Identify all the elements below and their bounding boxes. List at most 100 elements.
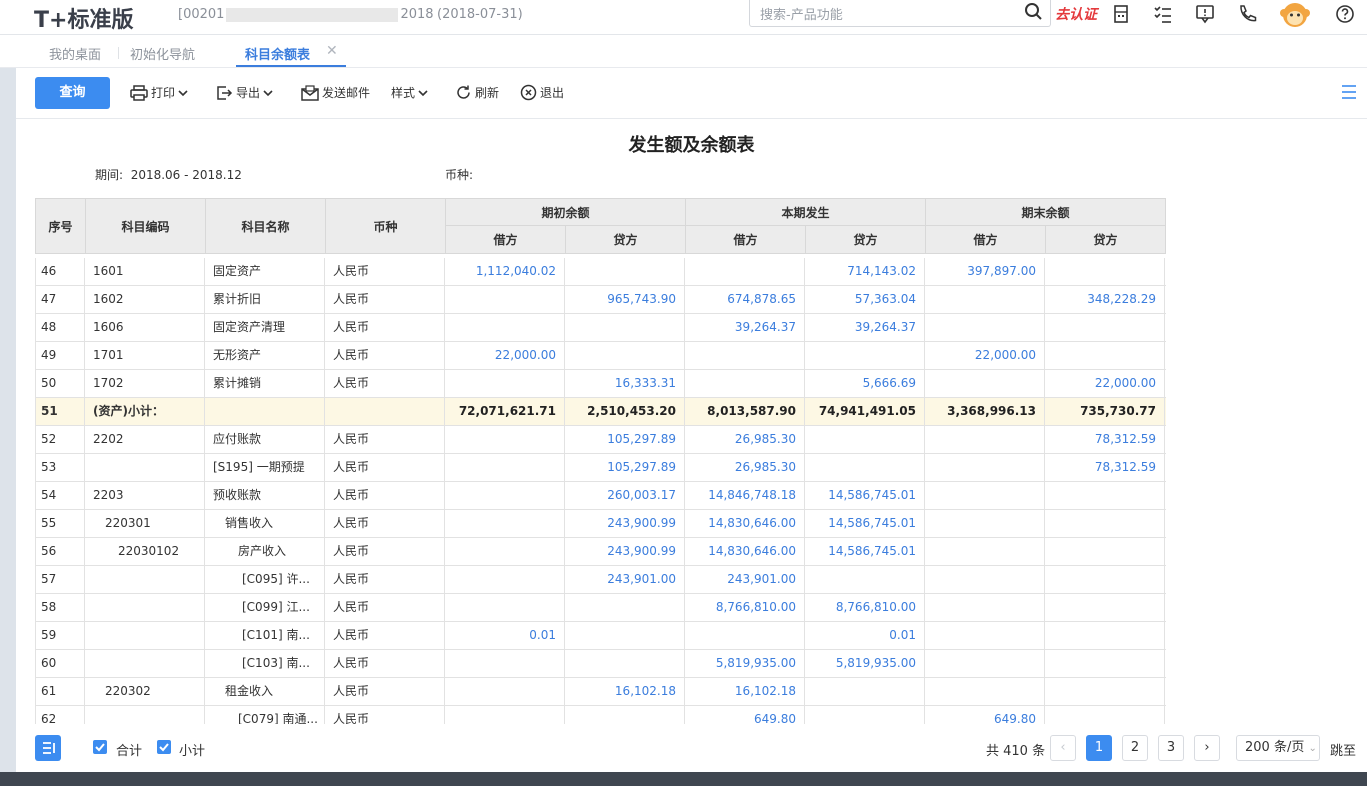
phone-icon[interactable] bbox=[1236, 3, 1258, 25]
table-row[interactable]: 46 1601 固定资产 人民币 1,112,040.02 714,143.02 397,8… bbox=[35, 258, 1166, 286]
header-closing-debit[interactable]: 借方 bbox=[926, 226, 1046, 253]
cell-cd: 8,013,587.90 bbox=[685, 398, 805, 425]
cell-cur: 人民币 bbox=[325, 622, 445, 649]
cell-seq: 48 bbox=[35, 314, 85, 341]
table-row[interactable]: 59 [C101] 南... 人民币 0.01 0.01 bbox=[35, 622, 1166, 650]
calculator-icon[interactable] bbox=[1110, 3, 1132, 25]
cell-ec bbox=[1045, 678, 1165, 705]
cell-cc bbox=[805, 706, 925, 724]
cell-ed bbox=[925, 622, 1045, 649]
page-1-button[interactable]: 1 bbox=[1086, 735, 1112, 761]
subtotal-checkbox[interactable] bbox=[157, 740, 171, 754]
table-row[interactable]: 49 1701 无形资产 人民币 22,000.00 22,000.00 bbox=[35, 342, 1166, 370]
cell-seq: 60 bbox=[35, 650, 85, 677]
cell-cd: 26,985.30 bbox=[685, 426, 805, 453]
header-current-credit[interactable]: 贷方 bbox=[806, 226, 926, 253]
cell-name: 固定资产清理 bbox=[205, 314, 325, 341]
cell-ed bbox=[925, 566, 1045, 593]
total-checkbox-label: 合计 bbox=[116, 744, 143, 759]
subtotal-row[interactable]: 51 (资产)小计： 72,071,621.71 2,510,453.20 8,013,… bbox=[35, 398, 1166, 426]
header-opening-debit[interactable]: 借方 bbox=[446, 226, 566, 253]
table-body: 46 1601 固定资产 人民币 1,112,040.02 714,143.02 397,8… bbox=[35, 258, 1166, 724]
table-row[interactable]: 58 [C099] 江... 人民币 8,766,810.00 8,766,810.00 bbox=[35, 594, 1166, 622]
cell-ed bbox=[925, 510, 1045, 537]
table-row[interactable]: 62 [C079] 南通... 人民币 649.80 649.80 bbox=[35, 706, 1166, 724]
cell-oc: 243,901.00 bbox=[565, 566, 685, 593]
table-row[interactable]: 50 1702 累计摊销 人民币 16,333.31 5,666.69 22,000.00 bbox=[35, 370, 1166, 398]
search-icon[interactable] bbox=[1024, 2, 1044, 22]
cell-cur: 人民币 bbox=[325, 650, 445, 677]
cell-ec bbox=[1045, 342, 1165, 369]
search-input[interactable]: 搜索-产品功能 bbox=[749, 0, 1051, 27]
column-settings-icon[interactable] bbox=[1342, 84, 1356, 100]
page-3-button[interactable]: 3 bbox=[1158, 735, 1184, 761]
header-current-debit[interactable]: 借方 bbox=[686, 226, 806, 253]
cell-cd: 243,901.00 bbox=[685, 566, 805, 593]
refresh-icon bbox=[457, 85, 470, 99]
cell-name: [S195] 一期预提 bbox=[205, 454, 325, 481]
cell-oc: 965,743.90 bbox=[565, 286, 685, 313]
cell-od: 0.01 bbox=[445, 622, 565, 649]
export-button[interactable]: 导出 bbox=[216, 84, 273, 101]
left-panel-edge bbox=[0, 35, 16, 772]
table-row[interactable]: 60 [C103] 南... 人民币 5,819,935.00 5,819,935.00 bbox=[35, 650, 1166, 678]
checklist-icon[interactable] bbox=[1152, 3, 1174, 25]
table-row[interactable]: 47 1602 累计折旧 人民币 965,743.90 674,878.65 57,363.… bbox=[35, 286, 1166, 314]
header-code[interactable]: 科目编码 bbox=[86, 199, 206, 253]
cell-ec: 22,000.00 bbox=[1045, 370, 1165, 397]
cell-code bbox=[85, 454, 205, 481]
header-opening-credit[interactable]: 贷方 bbox=[566, 226, 686, 253]
cell-name bbox=[205, 398, 325, 425]
page-2-button[interactable]: 2 bbox=[1122, 735, 1148, 761]
query-button[interactable]: 查询 bbox=[35, 77, 110, 109]
cell-cur: 人民币 bbox=[325, 370, 445, 397]
certify-link[interactable]: 去认证 bbox=[1055, 4, 1097, 24]
cell-cc: 74,941,491.05 bbox=[805, 398, 925, 425]
cell-seq: 62 bbox=[35, 706, 85, 724]
table-row[interactable]: 57 [C095] 许... 人民币 243,901.00 243,901.00 bbox=[35, 566, 1166, 594]
cell-oc: 105,297.89 bbox=[565, 454, 685, 481]
refresh-button[interactable]: 刷新 bbox=[455, 84, 499, 101]
cell-code: 1602 bbox=[85, 286, 205, 313]
cell-seq: 47 bbox=[35, 286, 85, 313]
cell-name: 固定资产 bbox=[205, 258, 325, 285]
header-currency[interactable]: 币种 bbox=[326, 199, 446, 253]
exit-button[interactable]: 退出 bbox=[520, 84, 564, 101]
style-button[interactable]: 样式 bbox=[391, 84, 428, 101]
cell-od bbox=[445, 650, 565, 677]
export-icon bbox=[217, 85, 233, 100]
header-seq[interactable]: 序号 bbox=[36, 199, 86, 253]
cell-cur: 人民币 bbox=[325, 286, 445, 313]
print-button[interactable]: 打印 bbox=[130, 84, 188, 101]
table-row[interactable]: 55 220301 销售收入 人民币 243,900.99 14,830,646.00 14… bbox=[35, 510, 1166, 538]
table-row[interactable]: 53 [S195] 一期预提 人民币 105,297.89 26,985.30 78,31… bbox=[35, 454, 1166, 482]
next-page-button[interactable]: › bbox=[1194, 735, 1220, 761]
table-row[interactable]: 61 220302 租金收入 人民币 16,102.18 16,102.18 bbox=[35, 678, 1166, 706]
table-row[interactable]: 56 22030102 房产收入 人民币 243,900.99 14,830,646.00… bbox=[35, 538, 1166, 566]
toolbar: 查询 打印 导出 发送邮件 样式 刷新 退出 bbox=[16, 68, 1367, 119]
table-row[interactable]: 52 2202 应付账款 人民币 105,297.89 26,985.30 78,312.5… bbox=[35, 426, 1166, 454]
table-row[interactable]: 54 2203 预收账款 人民币 260,003.17 14,846,748.18 14,5… bbox=[35, 482, 1166, 510]
page-size-select[interactable]: 200 条/页 ⌄ bbox=[1236, 735, 1320, 761]
cell-cd: 5,819,935.00 bbox=[685, 650, 805, 677]
tab-account-balance[interactable]: 科目余额表 bbox=[245, 44, 310, 63]
cell-name: [C099] 江... bbox=[205, 594, 325, 621]
header-closing-credit[interactable]: 贷方 bbox=[1046, 226, 1165, 253]
cell-cc: 14,586,745.01 bbox=[805, 538, 925, 565]
tab-init-guide[interactable]: 初始化导航 bbox=[130, 44, 195, 63]
header-name[interactable]: 科目名称 bbox=[206, 199, 326, 253]
message-icon[interactable] bbox=[1194, 3, 1216, 25]
close-icon[interactable]: ✕ bbox=[326, 43, 338, 59]
list-toggle-icon[interactable] bbox=[35, 735, 61, 761]
period-filter: 期间: 2018.06 - 2018.12 bbox=[95, 168, 242, 182]
prev-page-button[interactable]: ‹ bbox=[1050, 735, 1076, 761]
avatar[interactable] bbox=[1279, 0, 1311, 28]
table-row[interactable]: 48 1606 固定资产清理 人民币 39,264.37 39,264.37 bbox=[35, 314, 1166, 342]
app-logo: T+标准版 bbox=[34, 8, 134, 33]
help-icon[interactable] bbox=[1334, 3, 1356, 25]
cell-od bbox=[445, 286, 565, 313]
send-email-button[interactable]: 发送邮件 bbox=[301, 84, 370, 101]
tab-desktop[interactable]: 我的桌面 bbox=[49, 44, 101, 63]
total-checkbox[interactable] bbox=[93, 740, 107, 754]
cell-ec bbox=[1045, 650, 1165, 677]
